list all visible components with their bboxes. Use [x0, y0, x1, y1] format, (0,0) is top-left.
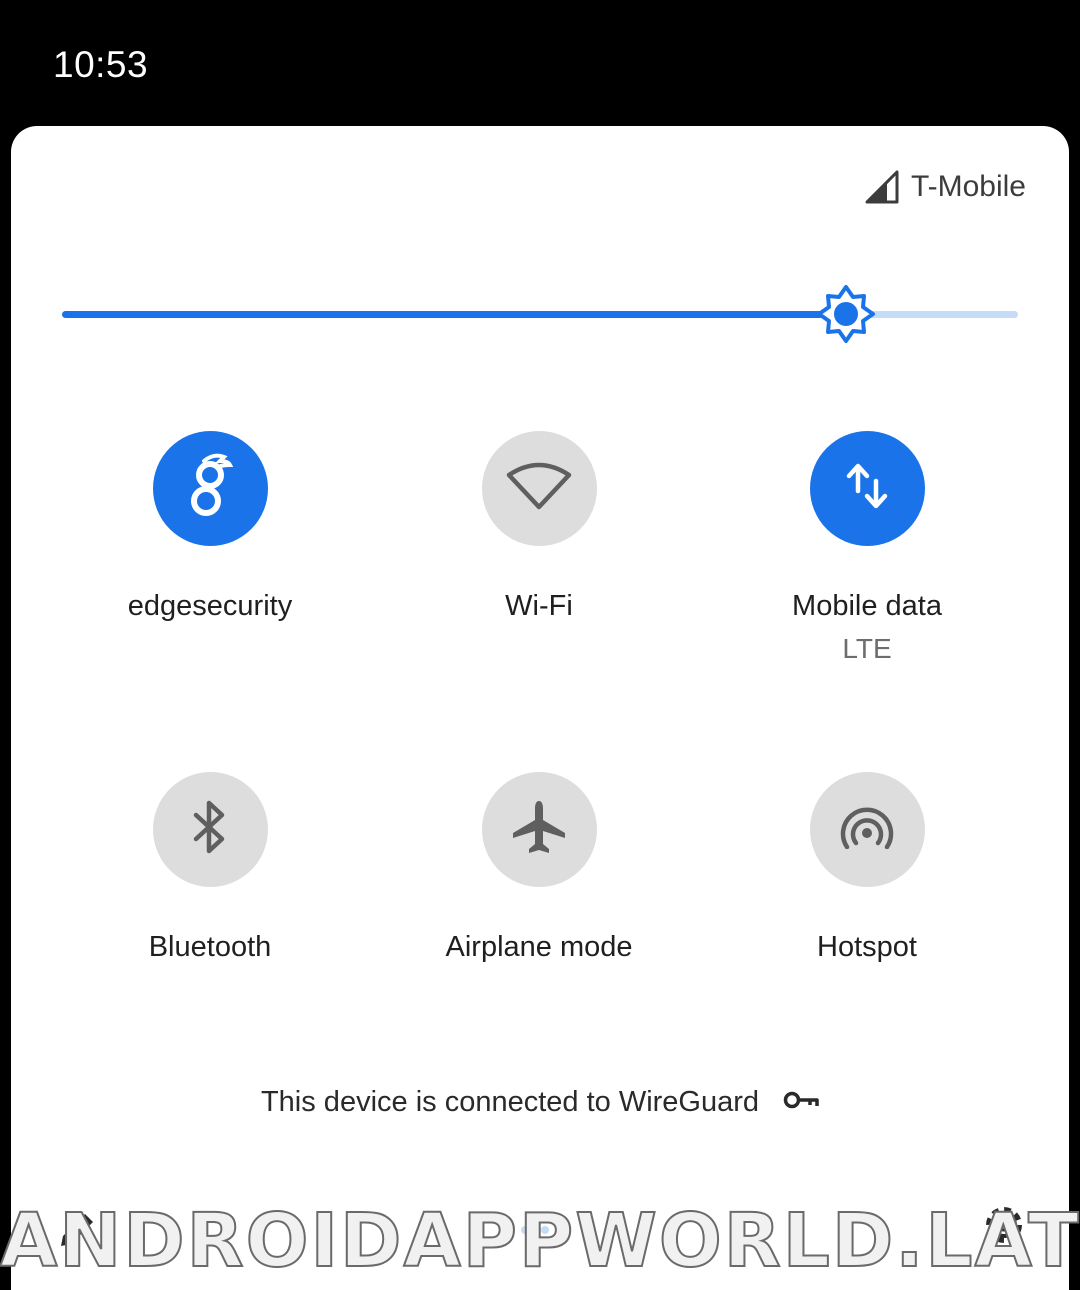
tile-label: Wi-Fi	[505, 590, 573, 622]
tile-sublabel: LTE	[842, 633, 892, 664]
tile-edgesecurity-button[interactable]	[152, 431, 268, 546]
tile-hotspot[interactable]: Hotspot	[717, 772, 1017, 964]
tile-mobile-data-button[interactable]	[809, 431, 925, 546]
wifi-icon	[506, 461, 572, 516]
tile-label: Hotspot	[817, 931, 917, 963]
tile-mobile-data[interactable]: Mobile data LTE	[717, 431, 1017, 665]
airplane-icon	[511, 799, 567, 860]
tile-label: Bluetooth	[148, 931, 272, 963]
wireguard-dragon-icon	[184, 451, 236, 526]
signal-icon	[865, 170, 899, 204]
brightness-slider[interactable]	[62, 284, 1018, 344]
vpn-notice[interactable]: This device is connected to WireGuard	[11, 1086, 1069, 1119]
tile-label: Airplane mode	[445, 931, 633, 963]
tile-bluetooth-button[interactable]	[152, 772, 268, 887]
watermark: ANDROIDAPPWORLD.LAT	[0, 1197, 1080, 1285]
tile-label: Mobile data	[792, 590, 942, 622]
tile-label: edgesecurity	[127, 590, 293, 622]
brightness-fill	[62, 311, 846, 318]
tile-hotspot-button[interactable]	[809, 772, 925, 887]
tile-bluetooth[interactable]: Bluetooth	[60, 772, 360, 964]
quick-settings-panel: T-Mobile edgesecurity Wi-Fi Mobile data …	[11, 126, 1069, 1290]
vpn-notice-text: This device is connected to WireGuard	[260, 1086, 760, 1118]
carrier-name: T-Mobile	[910, 170, 1026, 203]
tile-edgesecurity[interactable]: edgesecurity	[60, 431, 360, 623]
tile-airplane-mode-button[interactable]	[481, 772, 597, 887]
tile-wifi-button[interactable]	[481, 431, 597, 546]
bluetooth-icon	[190, 799, 230, 860]
mobile-data-icon	[845, 461, 889, 516]
tile-wifi[interactable]: Wi-Fi	[389, 431, 689, 623]
carrier-info: T-Mobile	[865, 170, 1026, 204]
clock: 10:53	[53, 44, 149, 85]
status-bar: 10:53	[0, 0, 1080, 126]
vpn-key-icon	[783, 1086, 819, 1119]
brightness-icon[interactable]	[816, 284, 876, 344]
tile-airplane-mode[interactable]: Airplane mode	[389, 772, 689, 964]
hotspot-icon	[839, 805, 895, 854]
